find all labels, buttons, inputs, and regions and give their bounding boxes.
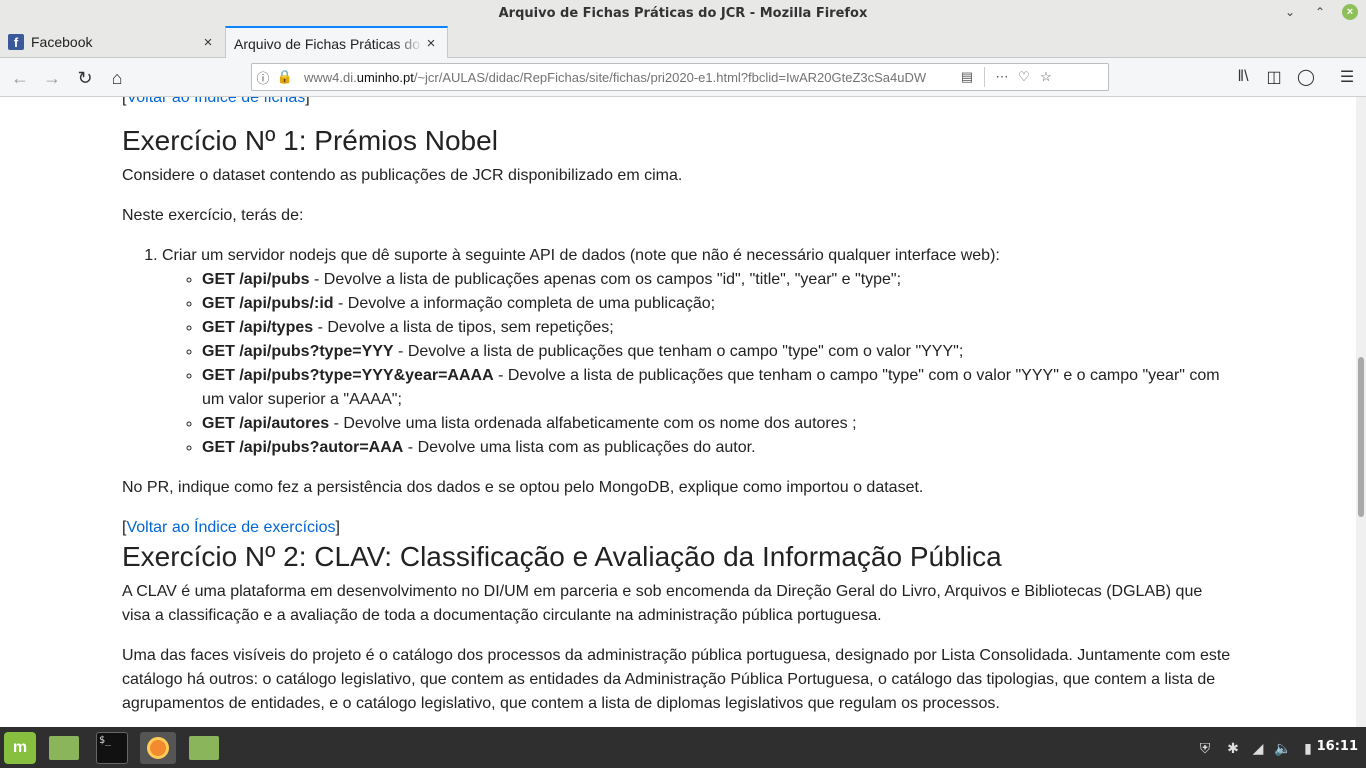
volume-icon[interactable]: 🔈 — [1273, 738, 1293, 758]
back-icon[interactable]: ← — [8, 66, 32, 90]
battery-icon[interactable]: ▮ — [1298, 738, 1318, 758]
account-icon[interactable]: ◯ — [1295, 66, 1317, 88]
pocket-icon[interactable]: ♡ — [1013, 69, 1035, 85]
exercise-2-intro: A CLAV é uma plataforma em desenvolvimen… — [122, 583, 1203, 624]
exercise-1-intro: Considere o dataset contendo as publicaç… — [122, 167, 683, 184]
api-desc: - Devolve a lista de publicações apenas … — [309, 271, 902, 288]
forward-icon[interactable]: → — [40, 66, 64, 90]
reload-icon[interactable]: ↻ — [73, 66, 97, 90]
exercise-2-catalog: Uma das faces visíveis do projeto é o ca… — [122, 647, 1231, 712]
task-list: Criar um servidor nodejs que dê suporte … — [122, 244, 1232, 460]
scrollbar-thumb[interactable] — [1358, 357, 1364, 517]
tab-bar: f Facebook × Arquivo de Fichas Práticas … — [0, 26, 1366, 80]
api-route: GET /api/pubs?type=YYY&year=AAAA — [202, 367, 494, 384]
window-titlebar: Arquivo de Fichas Práticas do JCR - Mozi… — [0, 0, 1366, 26]
tab-close-icon[interactable]: × — [200, 34, 216, 51]
window-controls: ⌄ ⌃ × — [1282, 4, 1358, 20]
page-content: [Voltar ao Índice de fichas] Exercício N… — [0, 97, 1356, 727]
exercise-1-prompt: Neste exercício, terás de: — [122, 207, 304, 224]
api-item: GET /api/types - Devolve a lista de tipo… — [202, 316, 1232, 340]
folder-icon[interactable] — [188, 732, 220, 764]
tab-label: Facebook — [31, 34, 93, 50]
insecure-connection-icon[interactable]: 🔒 — [274, 69, 296, 85]
back-to-fichas-link[interactable]: Voltar ao Índice de fichas — [126, 97, 305, 106]
exercise-2-title: Exercício Nº 2: CLAV: Classificação e Av… — [122, 541, 1002, 572]
article: [Voltar ao Índice de fichas] Exercício N… — [122, 97, 1232, 716]
url-bar[interactable]: ⓘ 🔒 www4.di.uminho.pt/~jcr/AULAS/didac/R… — [251, 63, 1109, 91]
api-desc: - Devolve a lista de tipos, sem repetiçõ… — [313, 319, 614, 336]
back-to-exercicios-link[interactable]: Voltar ao Índice de exercícios — [126, 519, 335, 536]
tab-arquivo-fichas[interactable]: Arquivo de Fichas Práticas do JCR × — [225, 26, 448, 59]
exercise-1-title: Exercício Nº 1: Prémios Nobel — [122, 125, 498, 156]
api-route: GET /api/pubs — [202, 271, 310, 288]
api-desc: - Devolve uma lista com as publicações d… — [403, 439, 756, 456]
api-route: GET /api/pubs?autor=AAA — [202, 439, 404, 456]
terminal-icon[interactable]: $_ — [96, 732, 128, 764]
navigation-toolbar: ← → ↻ ⌂ ⓘ 🔒 www4.di.uminho.pt/~jcr/AULAS… — [0, 58, 1366, 97]
api-route: GET /api/pubs/:id — [202, 295, 334, 312]
mint-menu-icon[interactable]: m — [4, 732, 36, 764]
api-item: GET /api/autores - Devolve uma lista ord… — [202, 412, 1232, 436]
tab-close-icon[interactable]: × — [423, 35, 439, 52]
bluetooth-icon[interactable]: ✱ — [1223, 738, 1243, 758]
api-desc: - Devolve a lista de publicações que ten… — [393, 343, 964, 360]
page-scrollbar[interactable] — [1356, 97, 1366, 727]
clock[interactable]: 16:11 — [1317, 739, 1358, 754]
task-item: Criar um servidor nodejs que dê suporte … — [162, 244, 1232, 460]
api-item: GET /api/pubs?autor=AAA - Devolve uma li… — [202, 436, 1232, 460]
api-item: GET /api/pubs?type=YYY - Devolve a lista… — [202, 340, 1232, 364]
home-icon[interactable]: ⌂ — [105, 66, 129, 90]
restore-icon[interactable]: ⌃ — [1312, 4, 1328, 20]
window-title: Arquivo de Fichas Práticas do JCR - Mozi… — [498, 5, 868, 21]
tab-facebook[interactable]: f Facebook × — [0, 26, 224, 58]
bookmark-star-icon[interactable]: ☆ — [1035, 69, 1057, 85]
api-list: GET /api/pubs - Devolve a lista de publi… — [162, 268, 1232, 460]
api-route: GET /api/autores — [202, 415, 330, 432]
api-item: GET /api/pubs/:id - Devolve a informação… — [202, 292, 1232, 316]
tab-label: Arquivo de Fichas Práticas do JCR — [234, 35, 423, 52]
url-text[interactable]: www4.di.uminho.pt/~jcr/AULAS/didac/RepFi… — [296, 70, 948, 85]
site-info-icon[interactable]: ⓘ — [252, 68, 274, 87]
api-desc: - Devolve a informação completa de uma p… — [333, 295, 716, 312]
minimize-icon[interactable]: ⌄ — [1282, 4, 1298, 20]
exercise-1-persistence: No PR, indique como fez a persistência d… — [122, 479, 924, 496]
shield-icon[interactable]: ⛨ — [1195, 738, 1215, 758]
reader-view-icon[interactable]: ▤ — [956, 69, 978, 85]
taskbar: m $_ ⛨ ✱ ◢ 🔈 ▮ 16:11 — [0, 727, 1366, 768]
library-icon[interactable]: ‖\ — [1232, 66, 1254, 88]
files-icon[interactable] — [48, 732, 80, 764]
menu-icon[interactable]: ☰ — [1336, 66, 1358, 88]
sidebar-icon[interactable]: ◫ — [1263, 66, 1285, 88]
api-route: GET /api/types — [202, 319, 314, 336]
close-window-icon[interactable]: × — [1342, 4, 1358, 20]
url-separator — [984, 67, 985, 87]
api-route: GET /api/pubs?type=YYY — [202, 343, 394, 360]
api-item: GET /api/pubs - Devolve a lista de publi… — [202, 268, 1232, 292]
firefox-icon[interactable] — [140, 732, 176, 764]
api-item: GET /api/pubs?type=YYY&year=AAAA - Devol… — [202, 364, 1232, 412]
page-actions-icon[interactable]: ⋯ — [991, 69, 1013, 85]
task-item-text: Criar um servidor nodejs que dê suporte … — [162, 247, 1000, 264]
wifi-icon[interactable]: ◢ — [1248, 738, 1268, 758]
api-desc: - Devolve uma lista ordenada alfabeticam… — [329, 415, 857, 432]
facebook-icon: f — [8, 34, 24, 50]
